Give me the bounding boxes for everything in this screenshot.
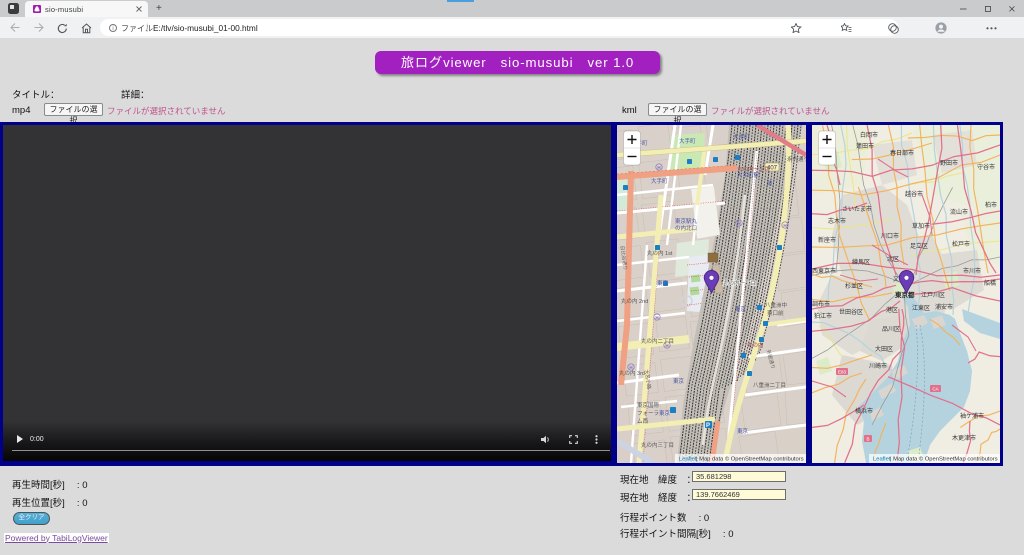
- svg-text:木更津市: 木更津市: [952, 434, 976, 442]
- svg-text:丸の内一丁目: 丸の内一丁目: [723, 279, 756, 287]
- svg-text:東口前: 東口前: [767, 309, 784, 317]
- svg-text:蓮田市: 蓮田市: [856, 142, 874, 150]
- svg-text:東京: 東京: [657, 279, 669, 287]
- svg-text:足立区: 足立区: [910, 242, 928, 250]
- svg-text:大手町: 大手町: [679, 137, 696, 145]
- svg-text:野田市: 野田市: [940, 159, 958, 167]
- svg-text:白岡市: 白岡市: [860, 131, 878, 139]
- svg-text:江戸川区: 江戸川区: [921, 292, 945, 299]
- svg-text:守谷市: 守谷市: [977, 163, 995, 171]
- svg-text:横浜市: 横浜市: [855, 407, 873, 415]
- svg-text:| Map data © OpenStreetMap con: | Map data © OpenStreetMap contributors: [890, 456, 998, 463]
- svg-text:Leaflet: Leaflet: [873, 457, 891, 463]
- svg-text:大手町: 大手町: [733, 133, 750, 141]
- svg-text:新座市: 新座市: [818, 236, 836, 244]
- svg-text:調布市: 調布市: [812, 300, 830, 308]
- svg-text:松戸市: 松戸市: [952, 240, 970, 248]
- svg-text:東京: 東京: [737, 427, 749, 435]
- svg-text:草加市: 草加市: [912, 222, 930, 230]
- svg-text:永代通り: 永代通り: [787, 155, 806, 163]
- svg-text:丸の内 1st: 丸の内 1st: [647, 249, 673, 257]
- svg-text:東京駅丸: 東京駅丸: [675, 217, 698, 225]
- svg-text:八重洲二丁目: 八重洲二丁目: [753, 381, 786, 389]
- svg-text:八重洲中: 八重洲中: [765, 301, 787, 309]
- svg-text:前: 前: [767, 179, 773, 187]
- svg-text:P: P: [706, 423, 710, 429]
- svg-text:浦安市: 浦安市: [935, 303, 953, 311]
- svg-text:船橋: 船橋: [984, 279, 996, 287]
- svg-text:東京都: 東京都: [895, 290, 915, 299]
- svg-text:丸の内一丁目: 丸の内一丁目: [737, 165, 770, 173]
- svg-text:練馬区: 練馬区: [852, 258, 870, 266]
- svg-text:港区: 港区: [886, 306, 898, 314]
- svg-text:春日部市: 春日部市: [890, 149, 914, 157]
- svg-text:大手町: 大手町: [651, 177, 668, 185]
- svg-text:川崎市: 川崎市: [869, 362, 887, 370]
- svg-text:江東区: 江東区: [912, 304, 930, 312]
- svg-text:E83: E83: [838, 370, 847, 375]
- svg-text:世田谷区: 世田谷区: [839, 308, 863, 316]
- svg-text:H: H: [657, 165, 660, 170]
- svg-text:H: H: [737, 221, 740, 226]
- svg-text:丸の内: 丸の内: [747, 341, 764, 349]
- svg-text:市川市: 市川市: [963, 267, 981, 275]
- svg-text:柏市: 柏市: [985, 201, 997, 209]
- svg-text:袖ケ浦市: 袖ケ浦市: [960, 412, 984, 420]
- svg-text:H: H: [783, 223, 786, 228]
- svg-text:東京: 東京: [659, 409, 671, 417]
- svg-text:H: H: [655, 315, 658, 320]
- svg-text:東京: 東京: [735, 305, 747, 313]
- svg-text:さいたま市: さいたま市: [842, 205, 872, 213]
- svg-text:越谷市: 越谷市: [905, 190, 923, 198]
- svg-text:川口市: 川口市: [881, 232, 899, 240]
- svg-text:東京: 東京: [673, 377, 685, 385]
- svg-text:フォーラ: フォーラ: [637, 410, 659, 417]
- svg-text:丸の内三丁目: 丸の内三丁目: [641, 441, 674, 449]
- svg-text:狛江市: 狛江市: [814, 312, 832, 320]
- svg-text:CA: CA: [932, 387, 938, 392]
- svg-text:杉並区: 杉並区: [845, 282, 863, 290]
- svg-text:ム西: ム西: [637, 418, 649, 425]
- svg-text:志木市: 志木市: [828, 217, 846, 225]
- svg-text:B: B: [866, 437, 869, 442]
- svg-text:品川区: 品川区: [882, 326, 900, 333]
- svg-text:大田区: 大田区: [875, 345, 893, 353]
- svg-text:Leaflet: Leaflet: [679, 457, 697, 463]
- svg-text:丸の内 2nd: 丸の内 2nd: [621, 297, 648, 305]
- svg-text:H: H: [629, 365, 632, 370]
- svg-text:| Map data © OpenStreetMap con: | Map data © OpenStreetMap contributors: [696, 456, 804, 463]
- svg-text:丸の内 3rd: 丸の内 3rd: [619, 369, 645, 377]
- svg-text:流山市: 流山市: [950, 208, 968, 216]
- svg-text:西東京市: 西東京市: [812, 267, 836, 275]
- svg-text:の内北口: の内北口: [675, 224, 697, 232]
- svg-text:東京国際: 東京国際: [637, 401, 660, 409]
- svg-text:丸の内二丁目: 丸の内二丁目: [641, 337, 674, 345]
- svg-text:北区: 北区: [887, 255, 899, 263]
